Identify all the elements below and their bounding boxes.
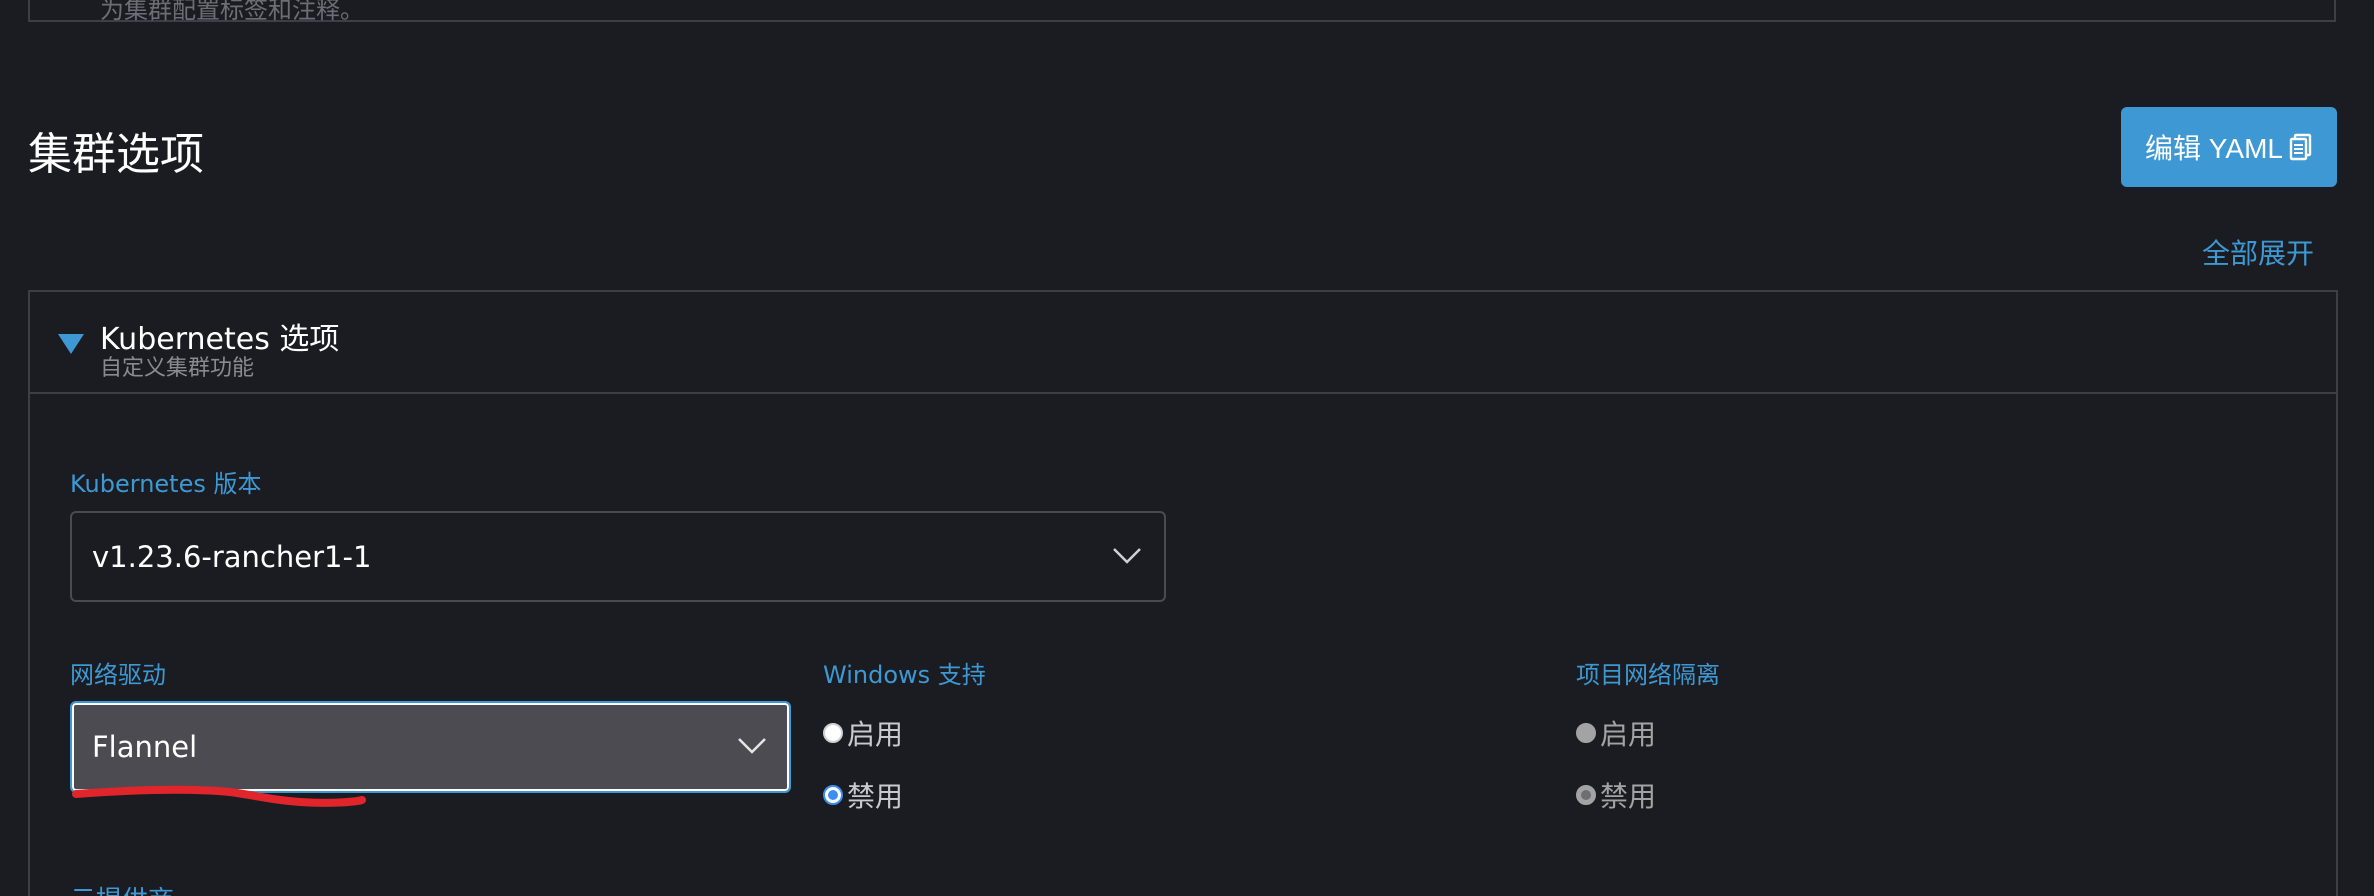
k8s-version-value: v1.23.6-rancher1-1: [92, 539, 372, 574]
edit-yaml-label: 编辑 YAML: [2145, 133, 2283, 164]
accordion-header[interactable]: Kubernetes 选项 自定义集群功能: [30, 292, 2336, 394]
radio-disabled-icon: [1576, 723, 1596, 743]
project-isolation-label: 项目网络隔离: [1576, 661, 1720, 689]
project-isolation-disable-label: 禁用: [1600, 780, 1657, 813]
chevron-down-icon: [1113, 547, 1141, 564]
previous-section-panel: 为集群配置标签和注释。: [28, 0, 2336, 24]
windows-support-enable-radio[interactable]: 启用: [823, 713, 903, 753]
edit-yaml-button[interactable]: 编辑 YAML: [2121, 107, 2337, 187]
windows-support-disable-label: 禁用: [847, 780, 904, 813]
project-isolation-enable-label: 启用: [1600, 718, 1657, 751]
windows-support-label: Windows 支持: [823, 661, 986, 689]
radio-checked-icon: [823, 785, 843, 805]
k8s-version-select[interactable]: v1.23.6-rancher1-1: [70, 511, 1166, 602]
project-isolation-disable-radio: 禁用: [1576, 775, 1656, 815]
collapse-triangle-icon: [58, 334, 84, 354]
network-driver-select[interactable]: Flannel: [70, 701, 791, 793]
copy-icon: [2289, 133, 2312, 161]
cluster-options-page: 为集群配置标签和注释。 集群选项 编辑 YAML 全部展开 Kubernetes…: [0, 0, 2374, 896]
red-annotation-underline: [72, 785, 366, 807]
network-driver-label: 网络驱动: [70, 661, 166, 689]
windows-support-disable-radio[interactable]: 禁用: [823, 775, 903, 815]
windows-support-enable-label: 启用: [847, 718, 904, 751]
accordion-subtitle: 自定义集群功能: [100, 356, 255, 381]
project-isolation-enable-radio: 启用: [1576, 713, 1656, 753]
network-driver-value: Flannel: [92, 730, 198, 764]
page-title: 集群选项: [28, 129, 204, 180]
cloud-provider-label: 云提供商: [70, 880, 174, 896]
radio-unchecked-icon: [823, 723, 843, 743]
previous-section-subtitle: 为集群配置标签和注释。: [100, 0, 364, 24]
radio-disabled-checked-icon: [1576, 785, 1596, 805]
k8s-version-label: Kubernetes 版本: [70, 470, 262, 498]
chevron-down-icon: [738, 738, 766, 754]
expand-all-link[interactable]: 全部展开: [2202, 232, 2314, 272]
